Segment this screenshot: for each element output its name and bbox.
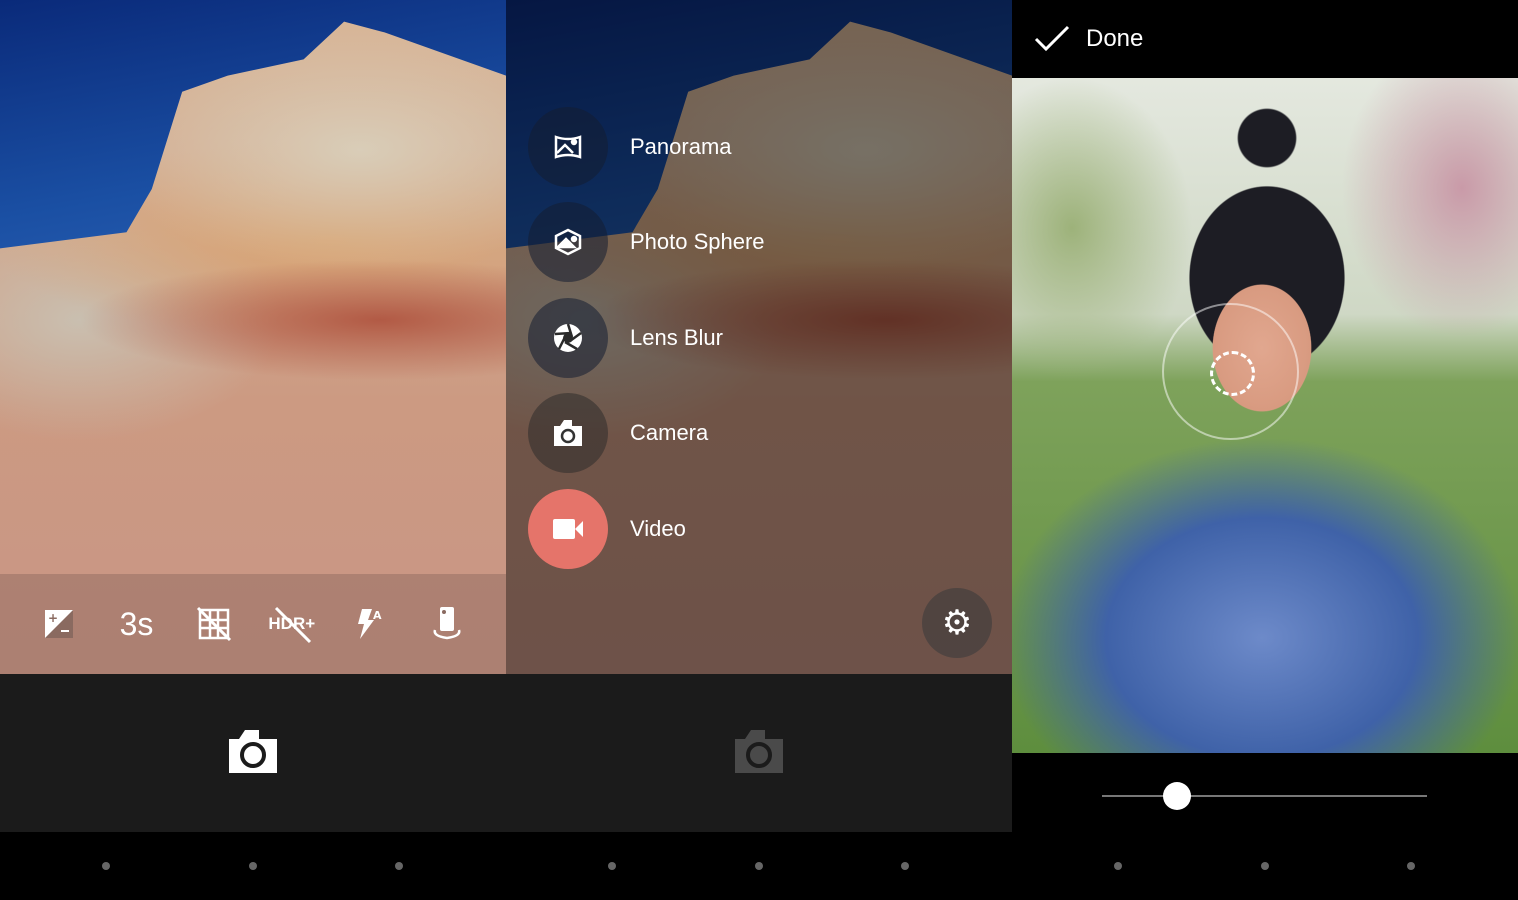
mode-item-lens-blur[interactable]: Lens Blur [528,298,723,378]
page-indicator [1012,832,1518,900]
camera-options-toolbar: + 3s HDR+ A [0,574,506,674]
camera-icon [528,393,608,473]
camera-viewfinder-panel: + 3s HDR+ A [0,0,506,900]
mode-item-photo-sphere[interactable]: Photo Sphere [528,202,765,282]
page-indicator [0,832,506,900]
shutter-bar [0,674,506,832]
timer-label: 3s [119,605,154,642]
svg-text:+: + [48,611,58,625]
lens-blur-icon [528,298,608,378]
focus-point[interactable] [1162,303,1299,440]
shutter-bar [506,674,1012,832]
panorama-icon [528,107,608,187]
exposure-icon[interactable]: + [35,600,83,648]
mode-item-panorama[interactable]: Panorama [528,107,732,187]
page-indicator [506,832,1012,900]
nav-dot [1114,862,1122,870]
nav-dot [395,862,403,870]
hdr-off-icon[interactable]: HDR+ [268,600,316,648]
mode-label: Camera [630,420,709,445]
nav-dot [102,862,110,870]
mode-label: Video [630,516,686,541]
focus-target-icon [1210,351,1255,396]
video-icon [528,489,608,569]
photo-sphere-icon [528,202,608,282]
timer-icon[interactable]: 3s [112,600,160,648]
nav-dot [249,862,257,870]
mode-label: Lens Blur [630,325,723,350]
nav-dot [1261,862,1269,870]
mode-item-video[interactable]: Video [528,489,686,569]
gear-icon: ⚙ [941,604,973,642]
camera-shutter-icon[interactable] [227,727,279,780]
nav-dot [901,862,909,870]
settings-button[interactable]: ⚙ [922,588,992,658]
done-label: Done [1086,25,1144,52]
nav-dot [1407,862,1415,870]
edit-top-bar: Done [1012,0,1518,78]
blur-slider[interactable] [1102,782,1427,810]
lens-blur-edit-panel: Done [1012,0,1518,900]
mode-item-camera[interactable]: Camera [528,393,708,473]
nav-dot [755,862,763,870]
done-button[interactable]: Done [1034,25,1143,53]
nav-dot [608,862,616,870]
slider-thumb[interactable] [1162,782,1191,810]
flash-auto-icon[interactable]: A [345,600,393,648]
grid-off-icon[interactable] [190,600,238,648]
mode-menu-panel: Panorama Photo Sphere Lens Blur Camera V… [506,0,1012,900]
check-icon [1034,25,1070,52]
switch-camera-icon[interactable] [423,600,471,648]
camera-shutter-icon[interactable] [733,727,785,780]
mode-label: Panorama [630,134,732,159]
mode-label: Photo Sphere [630,229,765,254]
svg-text:A: A [373,609,382,622]
